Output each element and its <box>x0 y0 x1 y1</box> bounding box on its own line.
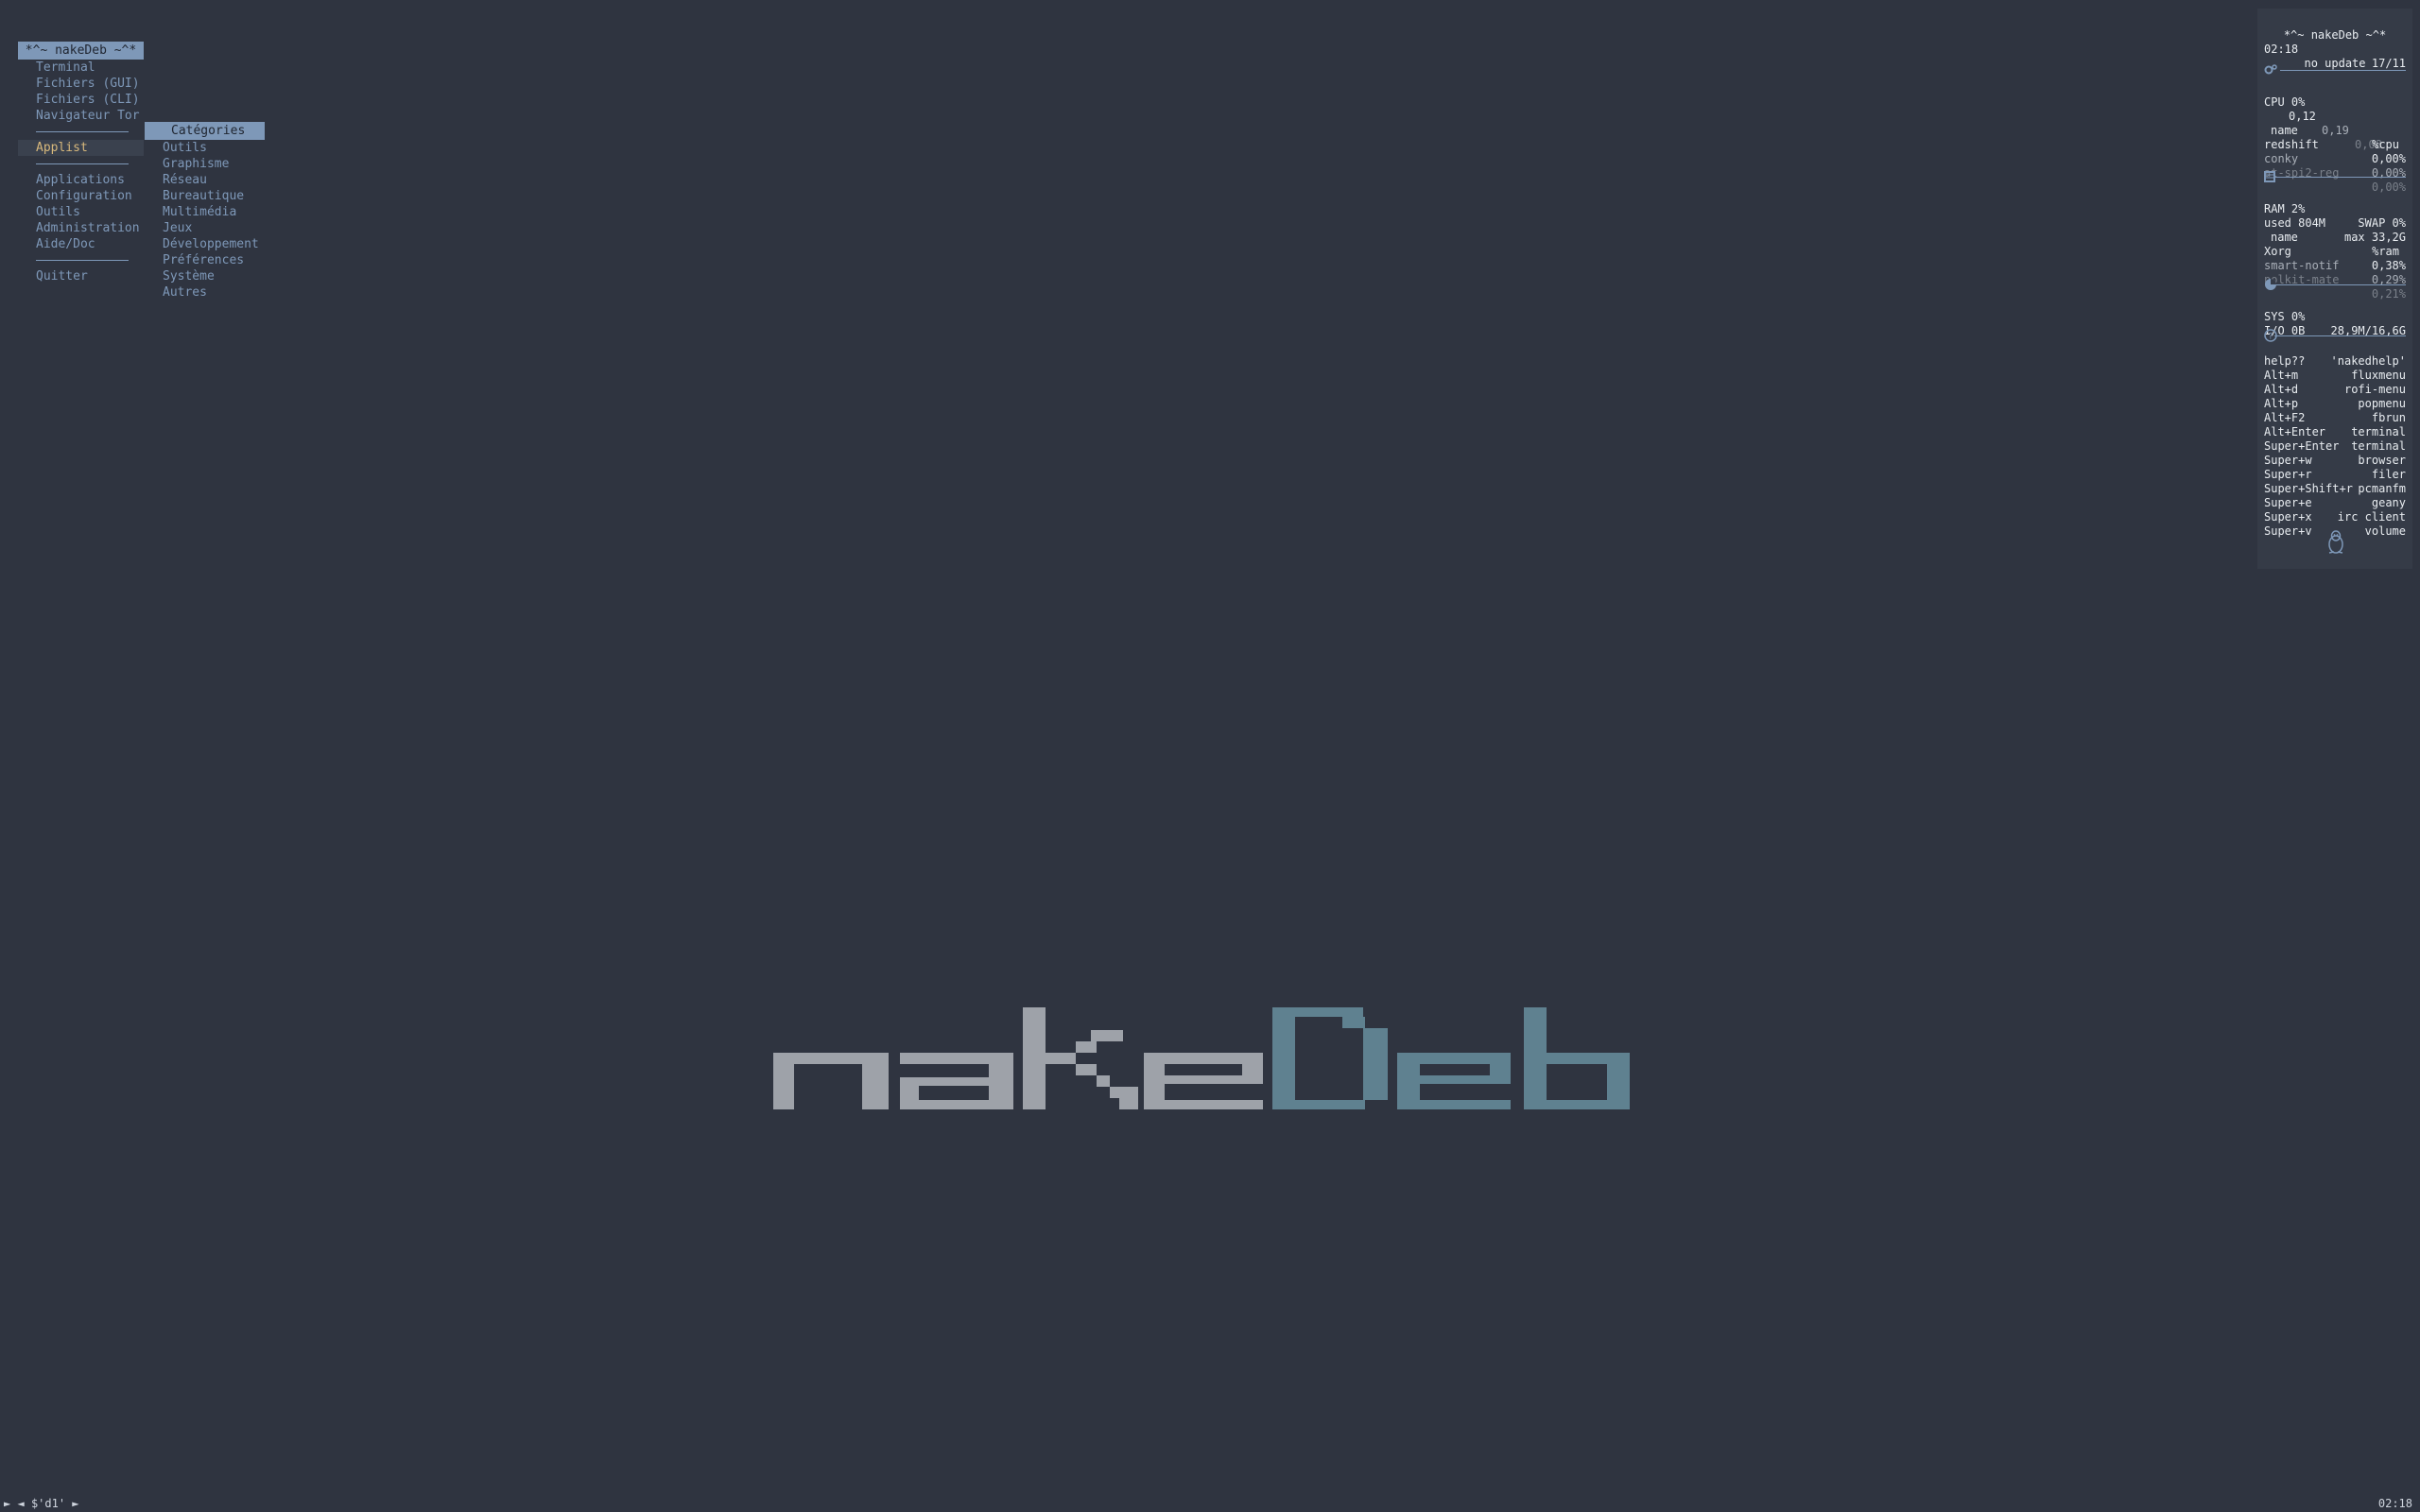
logo-pixel-block <box>1342 1100 1365 1109</box>
tux-penguin-icon <box>2328 530 2343 554</box>
conky-update-row: no update <box>2264 43 2406 70</box>
shortcut-action: rofi-menu <box>2343 383 2406 396</box>
shortcut-key: Alt+F2 <box>2264 411 2306 424</box>
shortcut-key: Super+Shift+r <box>2264 482 2353 495</box>
help-section-rule <box>2274 335 2406 336</box>
cpu-proc-value: 0,00% <box>2371 166 2406 180</box>
shortcut-key: Super+v <box>2264 524 2312 538</box>
shortcut-key: Super+r <box>2264 468 2312 481</box>
shortcut-row: Super+Enter terminal <box>2264 439 2406 454</box>
ram-proc-row: polkit-mate 0,21% <box>2264 259 2406 301</box>
shortcut-row: Alt+Enter terminal <box>2264 425 2406 439</box>
shortcut-row: Super+e geany <box>2264 496 2406 510</box>
ram-proc-row: smart-notif 0,29% <box>2264 245 2406 286</box>
shortcut-key: Super+e <box>2264 496 2312 509</box>
nakedeb-wallpaper-logo <box>773 1007 1630 1109</box>
bottom-toolbar: ► ◄ $'d1' ► 02:18 <box>0 1496 2420 1512</box>
shortcut-row: help?? 'nakedhelp' <box>2264 354 2406 369</box>
shortcut-row: Alt+F2 fbrun <box>2264 411 2406 425</box>
logo-pixel-block <box>900 1053 1004 1064</box>
ram-proc-row: Xorg 0,38% <box>2264 231 2406 272</box>
io-row: I/O 0B <box>2264 310 2406 337</box>
shortcut-action: popmenu <box>2358 397 2406 410</box>
logo-pixel-block <box>862 1053 889 1109</box>
shortcut-action: volume <box>2364 524 2406 538</box>
logo-pixel-block <box>1076 1041 1097 1053</box>
shortcut-action: terminal <box>2351 439 2406 453</box>
shortcut-row: Super+w browser <box>2264 454 2406 468</box>
conky-panel: *^~ nakeDeb ~^* 02:18 17/11 no update CP… <box>2257 9 2412 569</box>
shortcut-action: terminal <box>2351 425 2406 438</box>
shortcut-key: Alt+p <box>2264 397 2299 410</box>
workspace-prev-button[interactable]: ◄ <box>17 1497 24 1510</box>
logo-nake <box>773 1007 1263 1109</box>
ram-row: RAM 2% SWAP 0% <box>2264 188 2406 230</box>
shortcut-row: Super+Shift+r pcmanfm <box>2264 482 2406 496</box>
shortcut-action: 'nakedhelp' <box>2330 354 2406 368</box>
logo-pixel-block <box>1091 1030 1123 1041</box>
sys-row: SYS 0% 28,9M/16,6G <box>2264 296 2406 337</box>
logo-pixel-block <box>1076 1064 1097 1075</box>
logo-pixel-block <box>1412 1100 1511 1109</box>
shortcut-row: Super+x irc client <box>2264 510 2406 524</box>
logo-pixel-block <box>1524 1007 1547 1109</box>
cpu-section-rule <box>2280 70 2406 71</box>
load-row: 0,12 0,19 0,08 <box>2264 95 2406 151</box>
shortcut-action: irc client <box>2337 510 2406 524</box>
conky-update-status: no update <box>2304 57 2366 70</box>
shortcut-row: Alt+m fluxmenu <box>2264 369 2406 383</box>
gears-icon <box>2264 64 2277 75</box>
shortcut-key: help?? <box>2264 354 2306 368</box>
desktop[interactable]: *^~ nakeDeb ~^* Terminal Fichiers (GUI) … <box>0 0 2420 1512</box>
cpu-row: CPU 0% <box>2264 81 2406 109</box>
logo-pixel-block <box>773 1053 794 1109</box>
workspace-switcher: ► ◄ $'d1' ► <box>4 1496 79 1512</box>
shortcut-action: pcmanfm <box>2358 482 2406 495</box>
logo-pixel-block <box>1144 1100 1263 1109</box>
cpu-proc-row: at-spi2-reg 0,00% <box>2264 152 2406 194</box>
logo-pixel-block <box>1272 1007 1295 1109</box>
logo-pixel-block <box>900 1100 1013 1109</box>
logo-pixel-block <box>1242 1053 1263 1084</box>
cpu-proc-row: conky 0,00% <box>2264 138 2406 180</box>
shortcut-row: Alt+d rofi-menu <box>2264 383 2406 397</box>
logo-pixel-block <box>1165 1075 1246 1084</box>
shortcut-action: geany <box>2371 496 2406 509</box>
ram-section-rule <box>2274 177 2406 178</box>
cpu-proc-header: name %cpu <box>2264 110 2406 151</box>
logo-pixel-block <box>1023 1007 1046 1109</box>
shortcut-action: fbrun <box>2371 411 2406 424</box>
logo-pixel-block <box>1046 1053 1076 1064</box>
logo-deb <box>1272 1007 1630 1109</box>
shortcut-key: Super+Enter <box>2264 439 2340 453</box>
shortcut-row: Super+r filer <box>2264 468 2406 482</box>
toolbar-clock: 02:18 <box>2377 1497 2412 1510</box>
shortcut-key: Alt+m <box>2264 369 2299 382</box>
conky-title-row: *^~ nakeDeb ~^* <box>2264 14 2406 42</box>
workspace-name[interactable]: $'d1' <box>31 1497 65 1510</box>
logo-pixel-block <box>1547 1100 1630 1109</box>
mem-used-row: used 804M max 33,2G <box>2264 202 2406 244</box>
shortcut-key: Alt+d <box>2264 383 2299 396</box>
workspace-next-button[interactable]: ► <box>72 1497 78 1510</box>
svg-text:?: ? <box>2269 333 2273 342</box>
logo-pixel-block <box>1490 1053 1511 1084</box>
shortcut-action: filer <box>2371 468 2406 481</box>
shortcut-action: fluxmenu <box>2351 369 2406 382</box>
logo-pixel-block <box>1363 1028 1388 1100</box>
shortcut-key: Alt+Enter <box>2264 425 2326 438</box>
logo-pixel-block <box>1097 1075 1110 1087</box>
conky-time-row: 02:18 17/11 <box>2264 28 2406 70</box>
ram-proc-header: name %ram <box>2264 216 2406 258</box>
logo-pixel-block <box>1342 1017 1365 1028</box>
shortcut-row: Alt+p popmenu <box>2264 397 2406 411</box>
shortcut-action: browser <box>2358 454 2406 467</box>
logo-pixel-block <box>1119 1087 1138 1109</box>
shortcut-key: Super+w <box>2264 454 2312 467</box>
shortcut-key: Super+x <box>2264 510 2312 524</box>
cpu-proc-row: redshift 0,00% <box>2264 124 2406 165</box>
toolbar-arrow-icon[interactable]: ► <box>4 1497 10 1510</box>
disk-section-rule <box>2274 284 2406 285</box>
